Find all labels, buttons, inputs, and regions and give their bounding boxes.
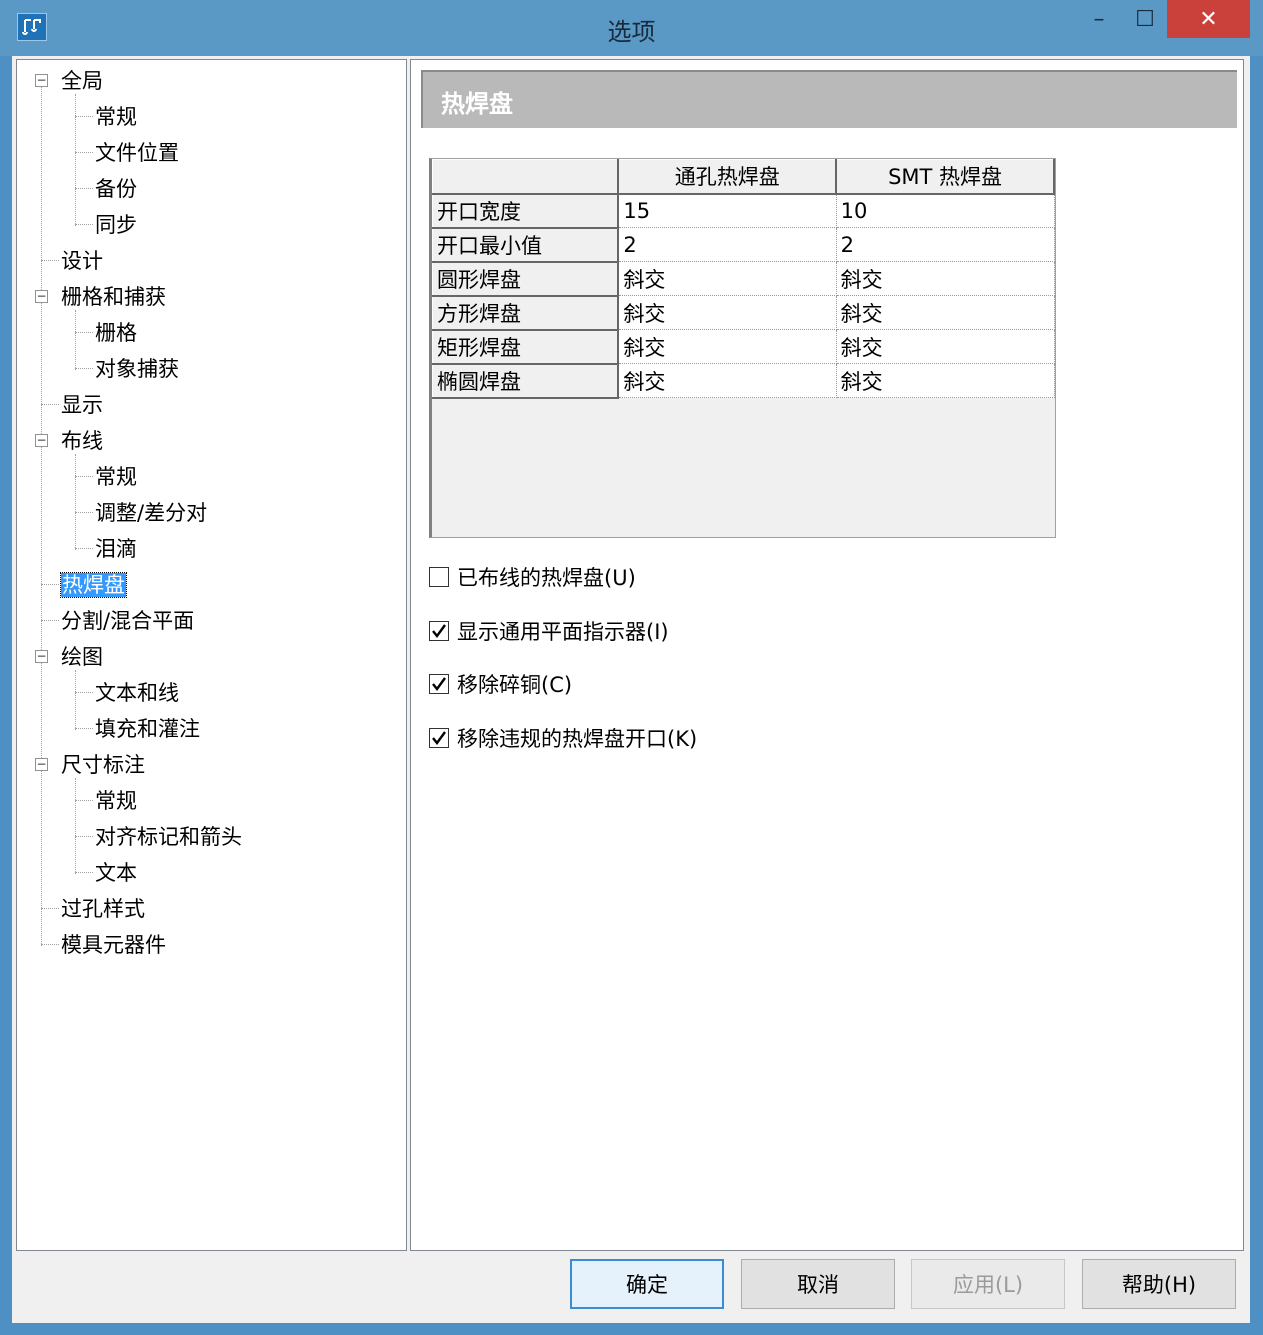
- grid-cell[interactable]: 斜交: [836, 363, 1055, 398]
- tree-item-routing-general[interactable]: 常规: [95, 462, 137, 492]
- column-header-smt[interactable]: SMT 热焊盘: [835, 159, 1055, 195]
- options-dialog: 选项 – ☐ ✕ − − − − − 全局 常规 文件位置 备份 同步 设计 栅…: [0, 0, 1263, 1335]
- tree-item-dimension-general[interactable]: 常规: [95, 786, 137, 816]
- ok-button[interactable]: 确定: [570, 1259, 724, 1309]
- show-plane-indicator-checkbox[interactable]: 显示通用平面指示器(I): [429, 618, 669, 644]
- grid-cell[interactable]: 斜交: [618, 329, 837, 364]
- collapse-toggle-routing[interactable]: −: [35, 434, 48, 447]
- remove-isolated-copper-checkbox[interactable]: 移除碎铜(C): [429, 671, 572, 697]
- collapse-toggle-grid[interactable]: −: [35, 290, 48, 303]
- tree-item-fill[interactable]: 填充和灌注: [95, 714, 200, 744]
- category-tree[interactable]: − − − − − 全局 常规 文件位置 备份 同步 设计 栅格和捕获 栅格 对…: [16, 59, 407, 1251]
- cancel-button[interactable]: 取消: [741, 1259, 895, 1309]
- checkmark-icon: [429, 621, 449, 641]
- row-header[interactable]: 椭圆焊盘: [432, 363, 620, 399]
- tree-item-design[interactable]: 设计: [61, 246, 103, 276]
- panel-header: 热焊盘: [421, 70, 1237, 128]
- apply-button[interactable]: 应用(L): [911, 1259, 1065, 1309]
- tree-item-dimension[interactable]: 尺寸标注: [61, 750, 145, 780]
- tree-item-thermal[interactable]: 热焊盘: [60, 570, 127, 600]
- tree-item-global-general[interactable]: 常规: [95, 102, 137, 132]
- grid-cell[interactable]: 斜交: [618, 295, 837, 330]
- thermal-grid[interactable]: 通孔热焊盘 SMT 热焊盘 开口宽度 15 10 开口最小值 2 2 圆形焊盘 …: [429, 158, 1056, 538]
- tree-item-split-plane[interactable]: 分割/混合平面: [61, 606, 194, 636]
- tree-item-align-arrow[interactable]: 对齐标记和箭头: [95, 822, 242, 852]
- grid-cell[interactable]: 2: [836, 227, 1055, 262]
- column-header-through-hole[interactable]: 通孔热焊盘: [617, 159, 838, 195]
- collapse-toggle-drawing[interactable]: −: [35, 650, 48, 663]
- tree-item-drawing[interactable]: 绘图: [61, 642, 103, 672]
- title-bar[interactable]: 选项 – ☐ ✕: [0, 0, 1263, 56]
- tree-item-text-line[interactable]: 文本和线: [95, 678, 179, 708]
- checkmark-icon: [429, 674, 449, 694]
- tree-item-global[interactable]: 全局: [61, 66, 103, 96]
- window-title: 选项: [607, 18, 656, 46]
- dialog-client: − − − − − 全局 常规 文件位置 备份 同步 设计 栅格和捕获 栅格 对…: [12, 56, 1250, 1323]
- tree-item-sync[interactable]: 同步: [95, 210, 137, 240]
- checkmark-icon: [429, 728, 449, 748]
- grid-corner-header: [432, 159, 620, 195]
- grid-cell[interactable]: 斜交: [618, 363, 837, 398]
- grid-cell[interactable]: 斜交: [836, 295, 1055, 330]
- grid-cell[interactable]: 15: [618, 193, 837, 228]
- thermal-settings-panel: 热焊盘 通孔热焊盘 SMT 热焊盘 开口宽度 15 10 开口最小值 2 2 圆…: [410, 59, 1244, 1251]
- grid-cell[interactable]: 2: [618, 227, 837, 262]
- tree-item-dimension-text[interactable]: 文本: [95, 858, 137, 888]
- help-button[interactable]: 帮助(H): [1082, 1259, 1236, 1309]
- collapse-toggle-global[interactable]: −: [35, 74, 48, 87]
- tree-item-grid[interactable]: 栅格: [95, 318, 137, 348]
- tree-item-file-location[interactable]: 文件位置: [95, 138, 179, 168]
- routed-thermal-checkbox[interactable]: 已布线的热焊盘(U): [429, 564, 636, 590]
- tree-item-routing-adjust[interactable]: 调整/差分对: [95, 498, 207, 528]
- tree-item-grid-snap[interactable]: 栅格和捕获: [61, 282, 166, 312]
- grid-cell[interactable]: 10: [836, 193, 1055, 228]
- row-header[interactable]: 圆形焊盘: [432, 261, 620, 297]
- tree-item-object-snap[interactable]: 对象捕获: [95, 354, 179, 384]
- tree-item-via-style[interactable]: 过孔样式: [61, 894, 145, 924]
- grid-cell[interactable]: 斜交: [836, 261, 1055, 296]
- tree-item-backup[interactable]: 备份: [95, 174, 137, 204]
- tree-item-display[interactable]: 显示: [61, 390, 103, 420]
- grid-cell[interactable]: 斜交: [836, 329, 1055, 364]
- checkbox-unchecked-icon: [429, 567, 449, 587]
- minimize-button[interactable]: –: [1076, 0, 1122, 38]
- grid-cell[interactable]: 斜交: [618, 261, 837, 296]
- remove-violating-spokes-checkbox[interactable]: 移除违规的热焊盘开口(K): [429, 725, 697, 751]
- collapse-toggle-dimension[interactable]: −: [35, 758, 48, 771]
- tree-item-routing[interactable]: 布线: [61, 426, 103, 456]
- row-header[interactable]: 方形焊盘: [432, 295, 620, 331]
- row-header[interactable]: 矩形焊盘: [432, 329, 620, 365]
- row-header[interactable]: 开口宽度: [432, 193, 620, 229]
- panel-title: 热焊盘: [441, 90, 513, 118]
- maximize-button[interactable]: ☐: [1122, 0, 1168, 38]
- tree-item-teardrop[interactable]: 泪滴: [95, 534, 137, 564]
- tree-item-die-component[interactable]: 模具元器件: [61, 930, 166, 960]
- close-button[interactable]: ✕: [1167, 0, 1250, 38]
- row-header[interactable]: 开口最小值: [432, 227, 620, 263]
